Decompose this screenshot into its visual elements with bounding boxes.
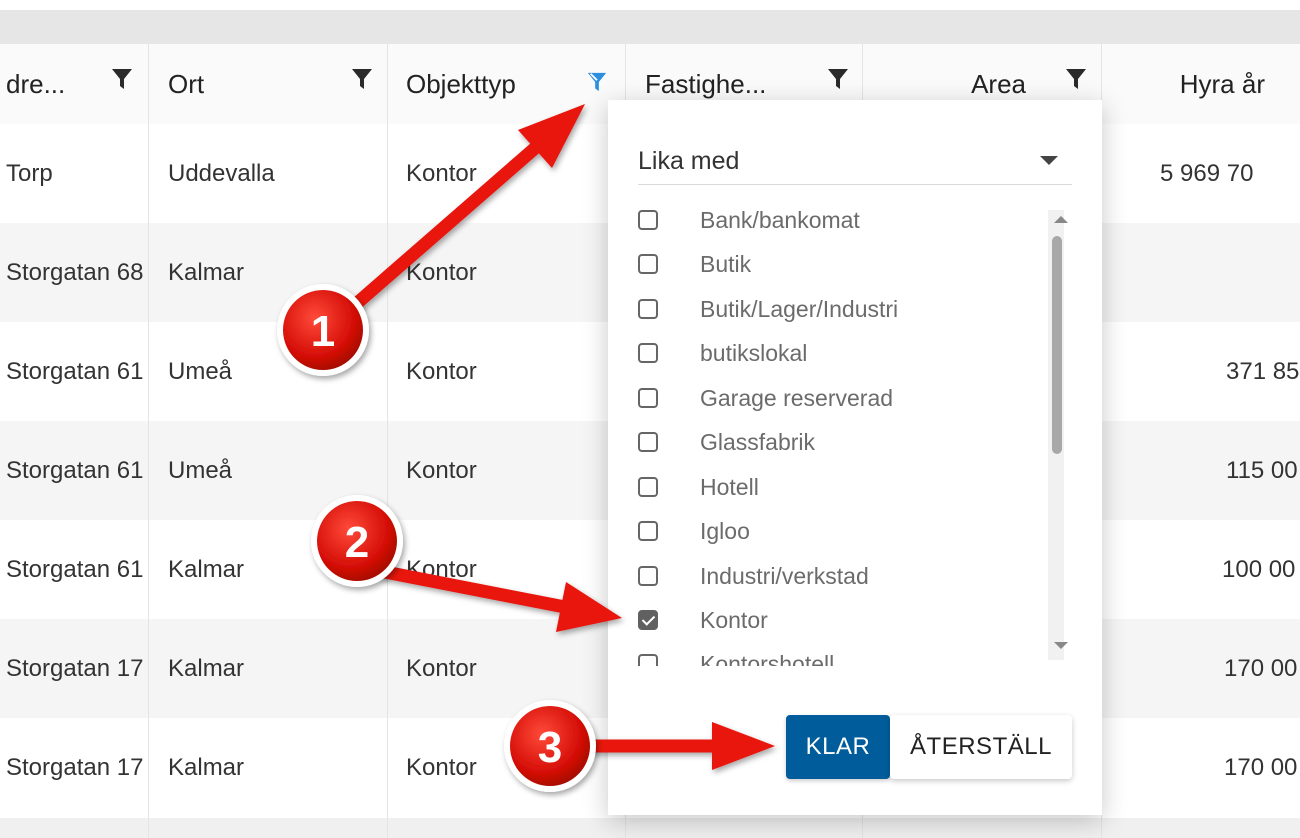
filter-operator-select[interactable]: Lika med	[638, 138, 1072, 185]
filter-icon[interactable]	[350, 66, 374, 92]
scroll-down-arrow-icon[interactable]	[1054, 642, 1068, 649]
cell-hyra: 100 00	[1222, 555, 1296, 583]
filter-option-selected[interactable]: Kontor	[638, 600, 1058, 644]
checkbox[interactable]	[638, 521, 658, 541]
reset-filter-button[interactable]: ÅTERSTÄLL	[890, 715, 1072, 779]
checkbox[interactable]	[638, 343, 658, 363]
filter-icon[interactable]	[826, 66, 850, 92]
cell-objekttyp: Kontor	[406, 753, 477, 781]
scrollbar-thumb[interactable]	[1052, 236, 1062, 454]
filter-option[interactable]: Hotell	[638, 467, 1058, 511]
checkbox[interactable]	[638, 654, 658, 666]
cell-hyra	[1160, 223, 1300, 322]
checkbox[interactable]	[638, 432, 658, 452]
checkbox[interactable]	[638, 388, 658, 408]
column-divider	[387, 44, 388, 838]
cell-adress: Torp	[6, 159, 53, 187]
cell-objekttyp: Kontor	[406, 159, 477, 187]
cell-ort: Umeå	[168, 456, 233, 484]
cell-hyra: 371 85	[1226, 357, 1300, 385]
filter-option[interactable]: Butik	[638, 244, 1058, 288]
cell-ort: Umeå	[168, 357, 233, 385]
filter-icon[interactable]	[1064, 66, 1088, 92]
cell-ort: Kalmar	[168, 654, 245, 682]
scroll-up-arrow-icon[interactable]	[1054, 216, 1068, 223]
filter-option[interactable]: Glassfabrik	[638, 422, 1058, 466]
checkbox[interactable]	[638, 566, 658, 586]
column-header-objekttyp[interactable]: Objekttyp	[406, 44, 576, 124]
checkbox[interactable]	[638, 210, 658, 230]
table-toolbar-strip	[0, 10, 1300, 44]
cell-ort: Kalmar	[168, 258, 245, 286]
caret-down-icon[interactable]	[1040, 156, 1058, 165]
cell-objekttyp: Kontor	[406, 357, 477, 385]
column-header-ort[interactable]: Ort	[168, 44, 348, 124]
cell-objekttyp: Kontor	[406, 456, 477, 484]
cell-adress: Storgatan 61	[6, 555, 144, 583]
table-footer-strip	[0, 818, 1300, 838]
cell-hyra: 170 00	[1224, 654, 1298, 682]
cell-objekttyp: Kontor	[406, 258, 477, 286]
active-filter-icon[interactable]	[586, 70, 608, 94]
filter-option[interactable]: Kontorshotell	[638, 644, 1058, 666]
filter-option[interactable]: Garage reserverad	[638, 378, 1058, 422]
checkbox-checked[interactable]	[638, 610, 658, 630]
cell-ort: Kalmar	[168, 555, 245, 583]
column-header-hyra[interactable]: Hyra år	[1120, 44, 1265, 124]
cell-adress: Storgatan 17	[6, 654, 144, 682]
filter-option[interactable]: Butik/Lager/Industri	[638, 289, 1058, 333]
cell-objekttyp: Kontor	[406, 654, 477, 682]
checkbox[interactable]	[638, 299, 658, 319]
filter-popup: Lika med Bank/bankomat Butik Butik/Lager…	[608, 100, 1102, 815]
checkbox[interactable]	[638, 254, 658, 274]
cell-adress: Storgatan 17	[6, 753, 144, 781]
cell-ort: Kalmar	[168, 753, 245, 781]
filter-option[interactable]: Igloo	[638, 511, 1058, 555]
cell-adress: Storgatan 61	[6, 357, 144, 385]
filter-icon[interactable]	[110, 66, 134, 92]
cell-hyra: 115 00	[1226, 456, 1298, 484]
apply-filter-button[interactable]: KLAR	[786, 715, 890, 779]
cell-ort: Uddevalla	[168, 159, 275, 187]
cell-adress: Storgatan 61	[6, 456, 144, 484]
cell-adress: Storgatan 68	[6, 258, 144, 286]
checkbox[interactable]	[638, 477, 658, 497]
filter-operator-value: Lika med	[638, 146, 740, 175]
cell-hyra: 5 969 70	[1160, 159, 1254, 187]
filter-option[interactable]: Industri/verkstad	[638, 556, 1058, 600]
filter-option[interactable]: butikslokal	[638, 333, 1058, 377]
filter-option[interactable]: Bank/bankomat	[638, 200, 1058, 244]
cell-objekttyp: Kontor	[406, 555, 477, 583]
filter-option-list: Bank/bankomat Butik Butik/Lager/Industri…	[638, 200, 1072, 666]
cell-hyra: 170 00	[1224, 753, 1298, 781]
column-divider	[148, 44, 149, 838]
